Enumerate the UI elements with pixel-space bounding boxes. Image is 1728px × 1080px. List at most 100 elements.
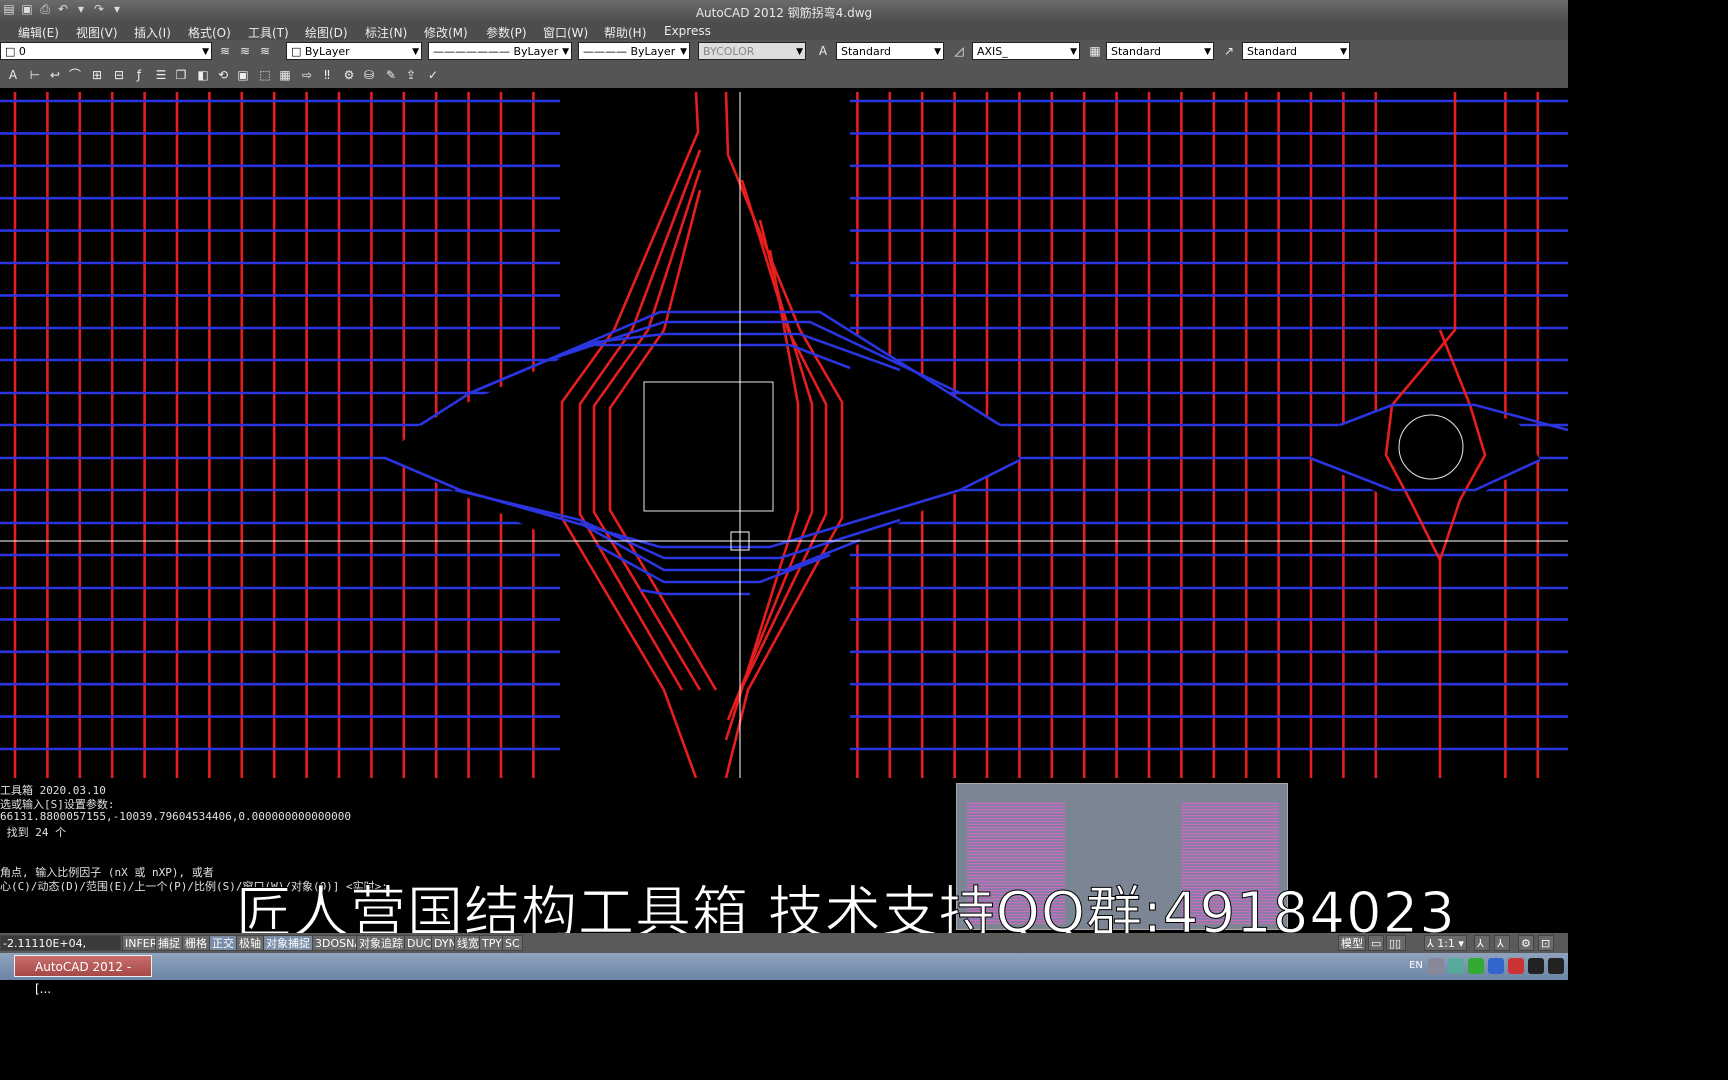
color-dropdown[interactable]: □ ByLayer ▼ bbox=[286, 42, 422, 60]
solid-icon[interactable]: ◧ bbox=[194, 66, 212, 84]
menu-view[interactable]: 视图(V) bbox=[76, 24, 118, 41]
text-style-icon[interactable]: A bbox=[814, 42, 832, 60]
annotation-scale[interactable]: ⅄ 1:1 ▾ bbox=[1424, 935, 1467, 951]
network-icon[interactable] bbox=[1448, 958, 1464, 974]
dim-style-icon[interactable]: ◿ bbox=[950, 42, 968, 60]
menu-express[interactable]: Express bbox=[664, 24, 711, 38]
toggle-osnap[interactable]: 对象捕捉 bbox=[263, 935, 313, 951]
grid-icon[interactable]: ▦ bbox=[276, 66, 294, 84]
chevron-down-icon: ▼ bbox=[562, 47, 569, 57]
dim-style-dropdown[interactable]: AXIS_ ▼ bbox=[972, 42, 1080, 60]
chevron-down-icon: ▼ bbox=[412, 47, 419, 57]
quick-view-icon[interactable]: ▯▯ bbox=[1386, 935, 1406, 951]
model-space-button[interactable]: 模型 bbox=[1338, 935, 1366, 951]
layers-icon[interactable]: ⛁ bbox=[360, 66, 378, 84]
qq-icon[interactable] bbox=[1528, 958, 1544, 974]
security-tray-icon[interactable] bbox=[1508, 958, 1524, 974]
lineweight-dropdown[interactable]: ———— ByLayer ▼ bbox=[578, 42, 690, 60]
layer-manager-icon[interactable]: ≋ bbox=[216, 42, 234, 60]
keyboard-icon[interactable] bbox=[1428, 958, 1444, 974]
text-style-dropdown[interactable]: Standard ▼ bbox=[836, 42, 944, 60]
toggle-grid[interactable]: 栅格 bbox=[182, 935, 210, 951]
menu-format[interactable]: 格式(O) bbox=[188, 24, 231, 41]
open-icon[interactable]: ⇪ bbox=[402, 66, 420, 84]
title-bar: ▤ ▣ ⎙ ↶ ▾ ↷ ▾ AutoCAD 2012 钢筋拐弯4.dwg bbox=[0, 0, 1568, 22]
menu-parametric[interactable]: 参数(P) bbox=[486, 24, 527, 41]
browser-tray-icon[interactable] bbox=[1488, 958, 1504, 974]
line-sample-icon: ———— bbox=[583, 45, 631, 58]
menu-draw[interactable]: 绘图(D) bbox=[305, 24, 348, 41]
layer-icon: □ bbox=[5, 45, 19, 58]
dim-style-value: AXIS_ bbox=[977, 45, 1008, 58]
command-history-line: 找到 24 个 bbox=[0, 826, 67, 839]
linetype-dropdown[interactable]: ——————— ByLayer ▼ bbox=[428, 42, 572, 60]
layer-previous-icon[interactable]: ≋ bbox=[256, 42, 274, 60]
exclamation-icon[interactable]: ‼ bbox=[318, 66, 336, 84]
toggle-lineweight[interactable]: 线宽 bbox=[454, 935, 482, 951]
menu-dimension[interactable]: 标注(N) bbox=[365, 24, 407, 41]
menu-tools[interactable]: 工具(T) bbox=[248, 24, 289, 41]
annotation-visibility-icon[interactable]: ⅄ bbox=[1474, 935, 1490, 951]
auto-scale-icon[interactable]: ⅄ bbox=[1494, 935, 1510, 951]
taskbar-autocad-button[interactable]: AutoCAD 2012 - [... bbox=[14, 955, 152, 996]
menu-insert[interactable]: 插入(I) bbox=[134, 24, 171, 41]
stretch-icon[interactable]: ⬚ bbox=[256, 66, 274, 84]
menu-modify[interactable]: 修改(M) bbox=[424, 24, 468, 41]
line-sample-icon: ——————— bbox=[433, 45, 514, 58]
lock-icon[interactable]: ⊡ bbox=[1538, 935, 1554, 951]
insert-icon[interactable]: ⊟ bbox=[110, 66, 128, 84]
dim-arc-icon[interactable]: ⌒ bbox=[66, 66, 84, 84]
chevron-down-icon: ▼ bbox=[796, 47, 803, 57]
chevron-down-icon: ▼ bbox=[680, 47, 687, 57]
mtext-icon[interactable]: A bbox=[4, 66, 22, 84]
opening-mask bbox=[560, 92, 850, 778]
toggle-ortho[interactable]: 正交 bbox=[209, 935, 237, 951]
rotate-icon[interactable]: ⟲ bbox=[214, 66, 232, 84]
drawing-area[interactable] bbox=[0, 91, 1569, 779]
settings-icon[interactable]: ⚙ bbox=[340, 66, 358, 84]
window-title: AutoCAD 2012 钢筋拐弯4.dwg bbox=[695, 6, 873, 20]
chevron-down-icon: ▼ bbox=[202, 47, 209, 57]
copy-icon[interactable]: ❐ bbox=[172, 66, 190, 84]
dim-linear-icon[interactable]: ⊢ bbox=[26, 66, 44, 84]
app-tray-icon[interactable] bbox=[1468, 958, 1484, 974]
layout-icon[interactable]: ▭ bbox=[1368, 935, 1384, 951]
spell-check-icon[interactable]: ✓ bbox=[424, 66, 442, 84]
layer-state-icon[interactable]: ≋ bbox=[236, 42, 254, 60]
toggle-snap[interactable]: 捕捉 bbox=[155, 935, 183, 951]
toggle-polar[interactable]: 极轴 bbox=[236, 935, 264, 951]
coordinate-readout: -2.11110E+04, 0.000000 bbox=[0, 935, 121, 966]
table-icon[interactable]: ☰ bbox=[152, 66, 170, 84]
color-swatch-icon: □ bbox=[291, 45, 305, 58]
chevron-down-icon: ▼ bbox=[1204, 47, 1211, 57]
chevron-down-icon: ▼ bbox=[1070, 47, 1077, 57]
text-style-value: Standard bbox=[841, 45, 892, 58]
dim-aligned-icon[interactable]: ↩ bbox=[46, 66, 64, 84]
mleader-style-dropdown[interactable]: Standard ▼ bbox=[1242, 42, 1350, 60]
toggle-sc[interactable]: SC bbox=[502, 935, 523, 951]
drawing-svg bbox=[0, 91, 1569, 779]
menu-bar: 编辑(E) 视图(V) 插入(I) 格式(O) 工具(T) 绘图(D) 标注(N… bbox=[0, 22, 1568, 40]
layer-dropdown[interactable]: □ 0 ▼ bbox=[0, 42, 212, 60]
toggle-otrack[interactable]: 对象追踪 bbox=[356, 935, 406, 951]
pencil-icon[interactable]: ✎ bbox=[382, 66, 400, 84]
mleader-style-icon[interactable]: ↗ bbox=[1220, 42, 1238, 60]
workspace-icon[interactable]: ⚙ bbox=[1518, 935, 1534, 951]
menu-edit[interactable]: 编辑(E) bbox=[18, 24, 59, 41]
box-icon[interactable]: ▣ bbox=[234, 66, 252, 84]
table-style-dropdown[interactable]: Standard ▼ bbox=[1106, 42, 1214, 60]
chevron-down-icon: ▼ bbox=[934, 47, 941, 57]
arrow-icon[interactable]: ⇨ bbox=[298, 66, 316, 84]
menu-help[interactable]: 帮助(H) bbox=[604, 24, 646, 41]
qq-icon[interactable] bbox=[1548, 958, 1564, 974]
block-icon[interactable]: ⊞ bbox=[88, 66, 106, 84]
language-indicator[interactable]: EN bbox=[1408, 958, 1424, 974]
draw-toolbar: A ⊢ ↩ ⌒ ⊞ ⊟ ƒ ☰ ❐ ◧ ⟲ ▣ ⬚ ▦ ⇨ ‼ ⚙ ⛁ ✎ ⇪ … bbox=[0, 64, 1568, 88]
menu-window[interactable]: 窗口(W) bbox=[543, 24, 588, 41]
annotation-scale-icon: ⅄ bbox=[1427, 937, 1438, 950]
table-style-icon[interactable]: ▦ bbox=[1086, 42, 1104, 60]
function-icon[interactable]: ƒ bbox=[130, 66, 148, 84]
toggle-tpy[interactable]: TPY bbox=[479, 935, 505, 951]
windows-taskbar: AutoCAD 2012 - [... EN bbox=[0, 953, 1568, 996]
mleader-style-value: Standard bbox=[1247, 45, 1298, 58]
